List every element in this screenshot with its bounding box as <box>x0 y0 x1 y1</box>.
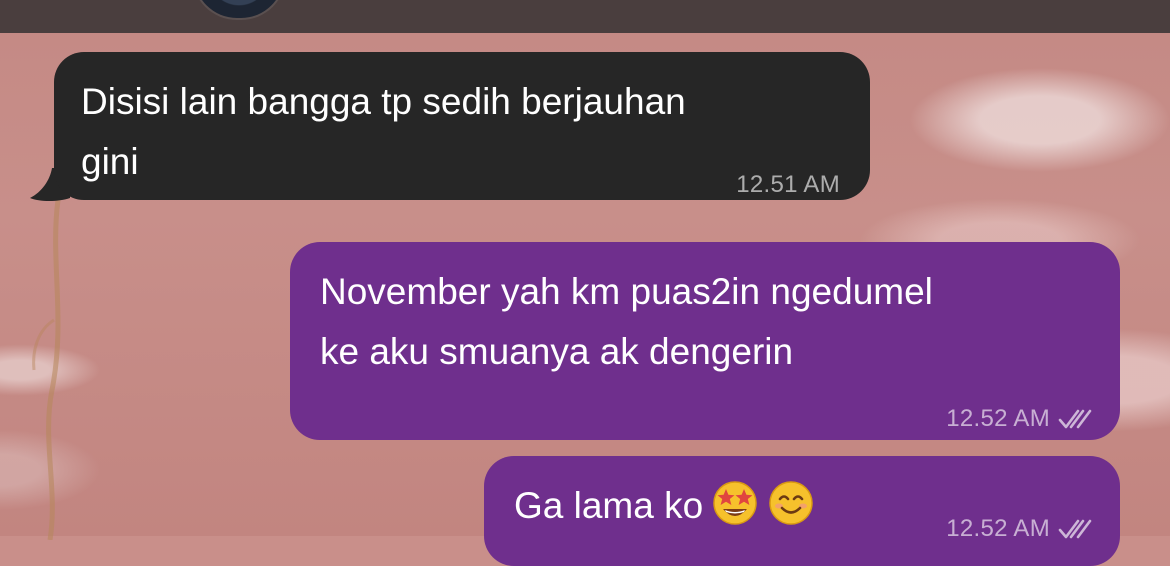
message-text: November yah km puas2in ngedumel ke aku … <box>320 271 933 372</box>
message-text: Disisi lain bangga tp sedih berjauhan gi… <box>81 81 686 182</box>
message-timestamp: 12.52 AM <box>946 515 1050 542</box>
message-text: Ga lama ko <box>514 485 704 526</box>
message-timestamp: 12.51 AM <box>736 171 840 198</box>
double-check-icon <box>1058 409 1092 429</box>
outgoing-message-bubble[interactable]: November yah km puas2in ngedumel ke aku … <box>290 242 1120 440</box>
wallpaper-branch-decoration <box>32 200 61 540</box>
message-meta: 12.51 AM <box>736 155 840 215</box>
outgoing-message-bubble[interactable]: Ga lama ko 12.52 AM <box>484 456 1120 566</box>
message-meta: 12.52 AM <box>946 389 1092 449</box>
contact-avatar[interactable] <box>192 0 286 20</box>
smiling-face-emoji <box>769 481 813 525</box>
message-meta: 12.52 AM <box>946 499 1092 559</box>
message-timestamp: 12.52 AM <box>946 405 1050 432</box>
star-struck-emoji <box>713 481 757 525</box>
double-check-icon <box>1058 519 1092 539</box>
chat-header-bar <box>0 0 1170 33</box>
incoming-message-bubble[interactable]: Disisi lain bangga tp sedih berjauhan gi… <box>54 52 870 200</box>
